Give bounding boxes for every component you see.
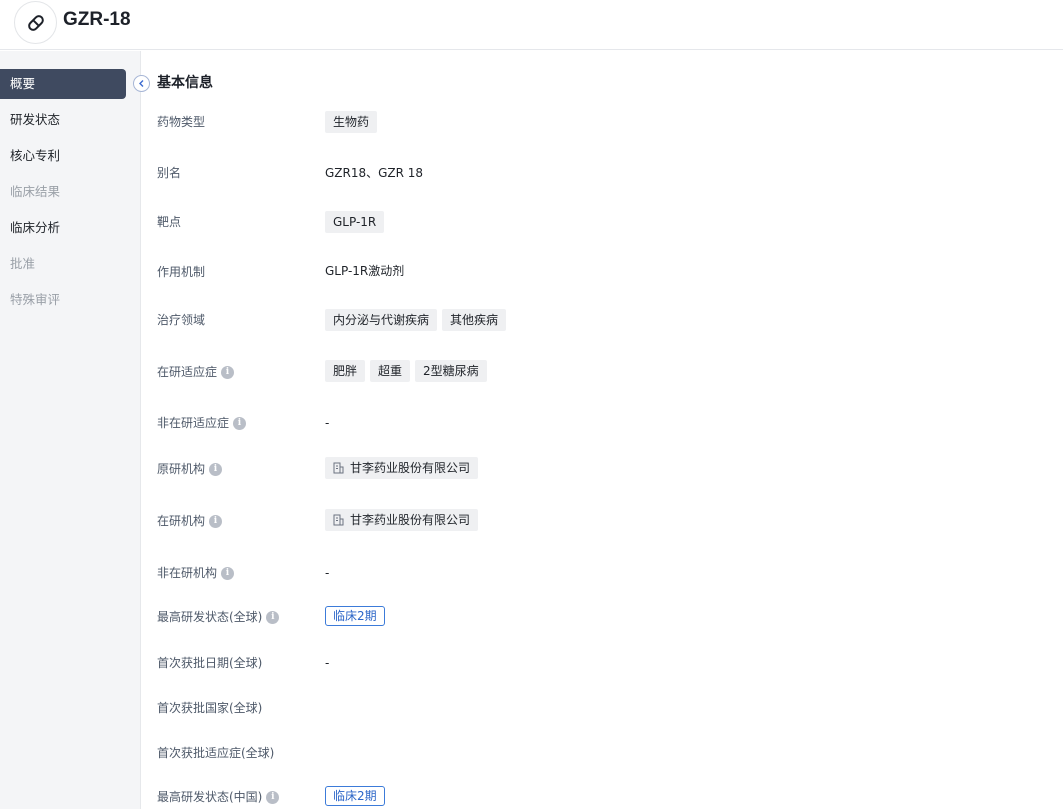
indication-tag[interactable]: 肥胖 (325, 360, 366, 382)
inactive-indication-value: - (325, 416, 330, 430)
originator-label: 原研机构 i (157, 460, 223, 478)
sidebar-item-clinical-results[interactable]: 临床结果 (0, 177, 126, 207)
sidebar-item-rd-status[interactable]: 研发状态 (0, 105, 126, 135)
info-icon[interactable]: i (221, 365, 235, 379)
sidebar: 概要 研发状态 核心专利 临床结果 临床分析 批准 特殊审评 (0, 51, 141, 809)
inactive-org-label: 非在研机构 i (157, 564, 235, 582)
sidebar-item-special-review[interactable]: 特殊审评 (0, 285, 126, 315)
originator-value: 甘李药业股份有限公司 (325, 457, 483, 479)
info-icon[interactable]: i (221, 566, 235, 580)
therapeutic-area-label: 治疗领域 (157, 313, 206, 327)
indication-tag[interactable]: 超重 (370, 360, 411, 382)
collapse-sidebar-button[interactable] (133, 75, 150, 92)
active-org-value: 甘李药业股份有限公司 (325, 509, 483, 531)
alias-value: GZR18、GZR 18 (325, 166, 424, 180)
highest-status-global-label: 最高研发状态(全球) i (157, 608, 280, 626)
info-icon[interactable]: i (266, 790, 280, 804)
therapeutic-area-tag[interactable]: 其他疾病 (442, 309, 507, 331)
info-icon[interactable]: i (209, 462, 223, 476)
target-label: 靶点 (157, 215, 182, 229)
inactive-indication-label: 非在研适应症 i (157, 414, 247, 432)
active-indication-label: 在研适应症 i (157, 363, 235, 381)
first-approval-country-label: 首次获批国家(全球) (157, 701, 263, 715)
page-title: GZR-18 (63, 9, 131, 30)
mechanism-label: 作用机制 (157, 265, 206, 279)
pill-icon (14, 1, 57, 44)
first-approval-date-label: 首次获批日期(全球) (157, 656, 263, 670)
building-icon (333, 514, 344, 526)
info-icon[interactable]: i (266, 610, 280, 624)
building-icon (333, 462, 344, 474)
highest-status-china-value: 临床2期 (325, 786, 385, 806)
status-badge: 临床2期 (325, 606, 385, 626)
active-indication-value: 肥胖 超重 2型糖尿病 (325, 360, 492, 382)
indication-tag[interactable]: 2型糖尿病 (415, 360, 487, 382)
inactive-org-value: - (325, 566, 330, 580)
drug-type-value: 生物药 (325, 111, 382, 133)
tag: 生物药 (325, 111, 378, 133)
sidebar-item-core-patents[interactable]: 核心专利 (0, 141, 126, 171)
sidebar-item-approval[interactable]: 批准 (0, 249, 126, 279)
page-header: GZR-18 (0, 0, 1063, 50)
organization-tag[interactable]: 甘李药业股份有限公司 (325, 457, 479, 479)
target-tag[interactable]: GLP-1R (325, 211, 385, 233)
therapeutic-area-value: 内分泌与代谢疾病 其他疾病 (325, 309, 511, 331)
chevron-left-icon (139, 80, 144, 87)
alias-label: 别名 (157, 166, 182, 180)
info-icon[interactable]: i (233, 416, 247, 430)
target-value: GLP-1R (325, 211, 389, 233)
highest-status-global-value: 临床2期 (325, 606, 385, 626)
drug-type-label: 药物类型 (157, 115, 206, 129)
sidebar-item-clinical-analysis[interactable]: 临床分析 (0, 213, 126, 243)
organization-tag[interactable]: 甘李药业股份有限公司 (325, 509, 479, 531)
first-approval-date-value: - (325, 656, 330, 670)
highest-status-china-label: 最高研发状态(中国) i (157, 788, 280, 806)
info-icon[interactable]: i (209, 514, 223, 528)
status-badge: 临床2期 (325, 786, 385, 806)
therapeutic-area-tag[interactable]: 内分泌与代谢疾病 (325, 309, 438, 331)
first-approval-indication-label: 首次获批适应症(全球) (157, 746, 275, 760)
active-org-label: 在研机构 i (157, 512, 223, 530)
sidebar-item-overview[interactable]: 概要 (0, 69, 126, 99)
mechanism-value: GLP-1R激动剂 (325, 264, 405, 278)
section-title: 基本信息 (157, 75, 213, 91)
